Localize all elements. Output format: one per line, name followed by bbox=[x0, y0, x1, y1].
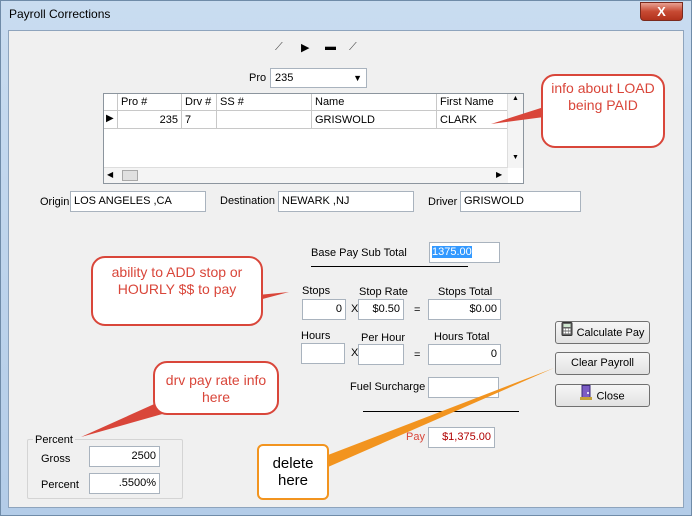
delete-callout-text: delete here bbox=[272, 455, 314, 489]
stops-field[interactable]: 0 bbox=[302, 299, 346, 320]
per-hour-label: Per Hour bbox=[361, 332, 406, 344]
pay-rate-callout: drv pay rate info here bbox=[153, 361, 279, 415]
origin-label: Origin bbox=[40, 196, 70, 208]
scroll-right-icon[interactable]: ▶ bbox=[496, 170, 502, 179]
fuel-surcharge-label: Fuel Surcharge bbox=[350, 381, 426, 393]
origin-field[interactable]: LOS ANGELES ,CA bbox=[70, 191, 206, 212]
percent-group-label: Percent bbox=[33, 434, 75, 446]
col-header-drv[interactable]: Drv # bbox=[182, 94, 217, 111]
divider bbox=[363, 411, 519, 412]
per-hour-field[interactable] bbox=[358, 344, 404, 365]
stop-rate-label: Stop Rate bbox=[359, 286, 408, 298]
scroll-thumb[interactable] bbox=[122, 170, 138, 181]
fuel-surcharge-field[interactable] bbox=[428, 377, 499, 398]
stops-label: Stops bbox=[302, 285, 331, 297]
stop-record-icon[interactable]: ▬ bbox=[325, 41, 336, 53]
pro-select-value: 235 bbox=[275, 72, 294, 84]
current-row-indicator-icon: ▶ bbox=[104, 111, 118, 129]
scroll-left-icon[interactable]: ◀ bbox=[107, 170, 113, 179]
table-cell-ss[interactable] bbox=[217, 111, 312, 129]
scroll-down-icon[interactable]: ▼ bbox=[512, 154, 519, 161]
window-close-button[interactable]: X bbox=[640, 2, 683, 21]
base-pay-field[interactable]: 1375.00 bbox=[429, 242, 500, 263]
payroll-corrections-window: Payroll Corrections X ⟋ ▶ ▬ ⟋ Pro 235 ▼ … bbox=[0, 0, 692, 516]
base-pay-value: 1375.00 bbox=[432, 246, 472, 258]
clear-payroll-label: Clear Payroll bbox=[571, 357, 634, 369]
door-exit-icon bbox=[580, 385, 593, 408]
pro-select[interactable]: 235 ▼ bbox=[270, 68, 367, 88]
first-record-icon[interactable]: ⟋ bbox=[275, 41, 283, 54]
net-pay-field[interactable]: $1,375.00 bbox=[428, 427, 495, 448]
table-cell-pro[interactable]: 235 bbox=[118, 111, 182, 129]
percent-label: Percent bbox=[41, 479, 79, 491]
table-cell-drv[interactable]: 7 bbox=[182, 111, 217, 129]
divider bbox=[311, 266, 468, 267]
close-button[interactable]: Close bbox=[555, 384, 650, 407]
pay-rate-callout-text: drv pay rate info here bbox=[165, 372, 267, 405]
stop-rate-field[interactable]: $0.50 bbox=[358, 299, 404, 320]
stops-total-field[interactable]: $0.00 bbox=[428, 299, 501, 320]
delete-callout: delete here bbox=[257, 444, 329, 500]
chevron-down-icon[interactable]: ▼ bbox=[353, 71, 362, 85]
col-header-pro[interactable]: Pro # bbox=[118, 94, 182, 111]
table-cell-name[interactable]: GRISWOLD bbox=[312, 111, 437, 129]
col-header-name[interactable]: Name bbox=[312, 94, 437, 111]
col-header-ss[interactable]: SS # bbox=[217, 94, 312, 111]
next-record-icon[interactable]: ▶ bbox=[301, 41, 309, 54]
pro-label: Pro bbox=[249, 72, 267, 84]
last-record-icon[interactable]: ⟋ bbox=[349, 41, 357, 54]
gross-label: Gross bbox=[41, 453, 71, 465]
stops-total-label: Stops Total bbox=[438, 286, 493, 298]
grid-vertical-scrollbar[interactable]: ▲ ▼ bbox=[507, 94, 523, 168]
grid-horizontal-scrollbar[interactable]: ◀ ▶ bbox=[104, 167, 508, 183]
destination-label: Destination bbox=[220, 195, 276, 207]
calculate-pay-button[interactable]: Calculate Pay bbox=[555, 321, 650, 344]
calculate-pay-label: Calculate Pay bbox=[576, 326, 645, 339]
driver-label: Driver bbox=[428, 196, 458, 208]
gross-field[interactable]: 2500 bbox=[89, 446, 160, 467]
scroll-up-icon[interactable]: ▲ bbox=[512, 95, 519, 102]
grid-row-header-corner bbox=[104, 94, 118, 111]
table-cell-first-name[interactable]: CLARK bbox=[437, 111, 508, 129]
percent-field[interactable]: .5500% bbox=[89, 473, 160, 494]
close-label: Close bbox=[596, 390, 625, 403]
load-info-callout-text: info about LOAD being PAID bbox=[551, 80, 655, 113]
stops-hourly-callout: ability to ADD stop or HOURLY $$ to pay bbox=[91, 256, 263, 326]
col-header-first-name[interactable]: First Name bbox=[437, 94, 508, 111]
load-info-callout: info about LOAD being PAID bbox=[541, 74, 665, 148]
clear-payroll-button[interactable]: Clear Payroll bbox=[555, 352, 650, 375]
base-pay-label: Base Pay Sub Total bbox=[311, 247, 407, 259]
window-title: Payroll Corrections bbox=[9, 7, 111, 21]
hours-label: Hours bbox=[301, 330, 331, 342]
driver-field[interactable]: GRISWOLD bbox=[460, 191, 581, 212]
destination-field[interactable]: NEWARK ,NJ bbox=[278, 191, 414, 212]
stops-equals-label: = bbox=[414, 304, 421, 316]
hours-equals-label: = bbox=[414, 349, 421, 361]
hours-total-label: Hours Total bbox=[434, 331, 490, 343]
calculator-icon bbox=[561, 322, 573, 344]
hours-field[interactable] bbox=[301, 343, 345, 364]
title-bar: Payroll Corrections X bbox=[1, 1, 691, 29]
stops-hourly-callout-text: ability to ADD stop or HOURLY $$ to pay bbox=[111, 264, 243, 297]
hours-total-field[interactable]: 0 bbox=[428, 344, 501, 365]
net-pay-label: Pay bbox=[406, 431, 425, 443]
load-grid[interactable]: Pro # Drv # SS # Name First Name ▶ 235 7… bbox=[103, 93, 524, 184]
